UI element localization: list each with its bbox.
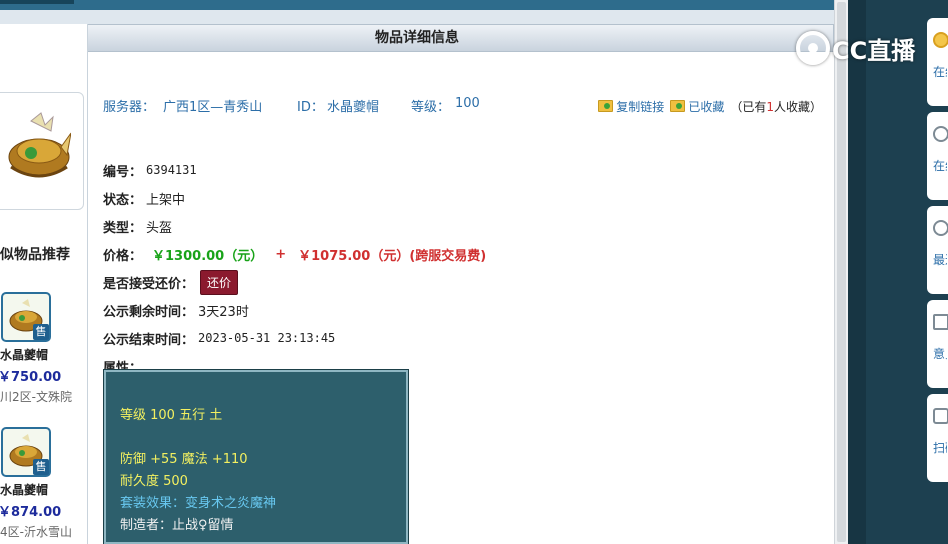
left-sidebar: 似物品推荐 售 水晶夔帽 ￥750.00 川2区-文殊院 售 水晶夔帽 ￥874… xyxy=(0,24,88,544)
side-button-featured[interactable]: 在线精选 xyxy=(927,18,948,106)
status-value: 上架中 xyxy=(146,192,186,208)
helmet-icon xyxy=(8,112,71,178)
status-label: 状态： xyxy=(103,192,143,208)
attr-defense-magic: 防御 +55 魔法 +110 xyxy=(120,452,248,467)
recommend-item-2-image[interactable]: 售 xyxy=(1,427,51,477)
type-label: 类型： xyxy=(103,220,143,236)
side-button-download-label: 扫码下载 xyxy=(933,441,947,455)
recommend-item-1-price: ￥750.00 xyxy=(0,370,62,385)
remaining-time-label: 公示剩余时间： xyxy=(103,304,195,320)
cc-logo-icon xyxy=(796,31,830,65)
end-time-label: 公示结束时间： xyxy=(103,332,195,348)
item-actions: 复制链接 已收藏 （已有1人收藏） xyxy=(598,96,822,116)
clock-icon xyxy=(933,220,948,236)
top-nav-tab[interactable] xyxy=(0,0,74,4)
item-detail-panel: 物品详细信息 服务器： 广西1区—青秀山 ID： 水晶夔帽 等级： 100 复制… xyxy=(0,24,834,544)
sell-badge: 售 xyxy=(33,324,49,340)
counter-offer-button[interactable]: 还价 xyxy=(200,269,239,295)
side-button-recent[interactable]: 最近浏览 xyxy=(927,206,948,294)
item-attributes-box: 等级 100 五行 土 防御 +55 魔法 +110 耐久度 500 套装效果：… xyxy=(103,369,409,544)
favorite-count: （已有1人收藏） xyxy=(730,99,822,114)
id-label: ID： xyxy=(297,100,324,115)
number-row: 编号： 6394131 xyxy=(103,160,197,180)
copy-link-label: 复制链接 xyxy=(616,99,665,114)
recommend-item-2-price: ￥874.00 xyxy=(0,505,62,520)
page-scrollbar[interactable] xyxy=(834,0,848,544)
side-button-service-label: 在线客服 xyxy=(933,159,947,173)
side-button-recent-label: 最近浏览 xyxy=(933,253,947,267)
attr-maker: 制造者：止战♀留情 xyxy=(120,518,234,533)
folder-link-icon xyxy=(598,100,614,112)
recommend-item-1-name[interactable]: 水晶夔帽 xyxy=(0,346,48,363)
price-label: 价格： xyxy=(103,248,143,264)
page-title: 物品详细信息 xyxy=(0,24,834,52)
number-label: 编号： xyxy=(103,164,143,180)
level-label: 等级： xyxy=(411,100,451,115)
item-image xyxy=(0,92,84,210)
number-value: 6394131 xyxy=(146,163,197,177)
sell-badge: 售 xyxy=(33,459,49,475)
recommend-item-2-name[interactable]: 水晶夔帽 xyxy=(0,481,48,498)
side-button-feedback[interactable]: 意见反馈 xyxy=(927,300,948,388)
side-button-feedback-label: 意见反馈 xyxy=(933,347,947,361)
avatar-icon xyxy=(933,32,948,48)
cc-live-watermark: CC直播 xyxy=(796,30,915,66)
type-row: 类型： 头盔 xyxy=(103,216,172,236)
price-row: 价格： ￥1300.00（元） + ￥1075.00（元）(跨服交易费) xyxy=(103,244,486,264)
server-value: 广西1区—青秀山 xyxy=(163,100,263,115)
attr-durability: 耐久度 500 xyxy=(120,474,188,489)
price-plus: + xyxy=(275,246,287,262)
status-row: 状态： 上架中 xyxy=(103,188,185,208)
price-value: ￥1300.00（元） xyxy=(152,248,264,264)
folder-favorite-icon xyxy=(670,100,686,112)
recommend-title: 似物品推荐 xyxy=(0,247,70,263)
end-time-value: 2023-05-31 23:13:45 xyxy=(198,331,336,345)
favorite-button[interactable]: 已收藏 xyxy=(670,98,724,115)
id-value: 水晶夔帽 xyxy=(327,100,380,115)
type-value: 头盔 xyxy=(146,220,173,236)
recommend-item-1-image[interactable]: 售 xyxy=(1,292,51,342)
end-time-row: 公示结束时间： 2023-05-31 23:13:45 xyxy=(103,328,335,348)
server-label: 服务器： xyxy=(103,100,156,115)
level-value: 100 xyxy=(455,96,480,111)
watermark-text: CC直播 xyxy=(832,36,916,65)
scrollbar-thumb[interactable] xyxy=(837,2,846,542)
recommend-item-2-server: 4区-沂水雪山 xyxy=(0,525,72,539)
favorite-count-number: 1 xyxy=(766,99,774,114)
top-nav-bar xyxy=(0,0,848,10)
side-button-featured-label: 在线精选 xyxy=(933,65,947,79)
side-button-download[interactable]: 扫码下载 xyxy=(927,394,948,482)
remaining-time-value: 3天23时 xyxy=(198,304,249,320)
phone-icon xyxy=(933,408,948,424)
stream-overlay-strip xyxy=(848,0,866,544)
cross-server-fee: ￥1075.00（元）(跨服交易费) xyxy=(298,248,487,264)
attr-set-effect: 套装效果：变身术之炎魔神 xyxy=(120,496,277,511)
attr-level-element: 等级 100 五行 土 xyxy=(120,408,223,423)
copy-link-button[interactable]: 复制链接 xyxy=(598,98,664,115)
counter-offer-label: 是否接受还价： xyxy=(103,276,195,292)
remaining-time-row: 公示剩余时间： 3天23时 xyxy=(103,300,249,320)
recommend-item-1-server: 川2区-文殊院 xyxy=(0,390,72,404)
side-button-service[interactable]: 在线客服 xyxy=(927,112,948,200)
counter-offer-row: 是否接受还价： 还价 xyxy=(103,269,239,295)
edit-icon xyxy=(933,314,948,330)
cloud-icon xyxy=(933,126,948,142)
item-detail-content: 服务器： 广西1区—青秀山 ID： 水晶夔帽 等级： 100 复制链接 已收藏 … xyxy=(88,52,834,544)
favorite-label: 已收藏 xyxy=(688,99,725,114)
